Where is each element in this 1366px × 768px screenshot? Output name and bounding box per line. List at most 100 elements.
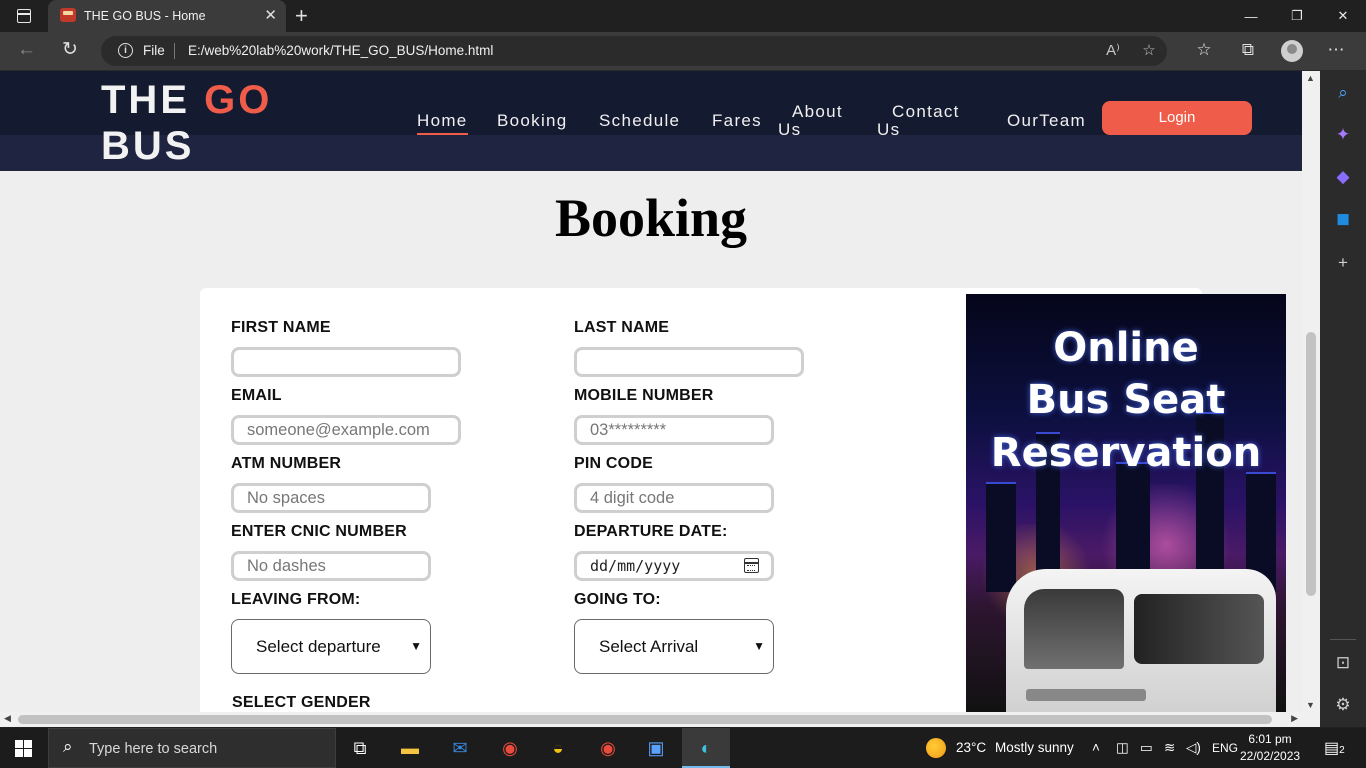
chevron-down-icon: ▼	[410, 639, 422, 653]
nav-contact-line2: Us	[877, 120, 901, 139]
going-to-label: GOING TO:	[574, 591, 661, 608]
notification-count: 2	[1339, 745, 1345, 756]
vertical-scrollbar[interactable]: ▲ ▼	[1302, 71, 1320, 712]
temperature[interactable]: 23°C	[956, 728, 986, 768]
read-aloud-icon[interactable]: A⁾	[1095, 41, 1131, 59]
windows-start-icon[interactable]	[15, 740, 32, 757]
departure-date-field[interactable]: dd/mm/yyyy	[574, 551, 774, 581]
new-tab-icon[interactable]: +	[295, 3, 308, 29]
last-name-field[interactable]	[574, 347, 804, 377]
clock-date: 22/02/2023	[1240, 749, 1301, 763]
search-icon[interactable]: ⌕	[1320, 83, 1366, 103]
nav-about-line2: Us	[778, 120, 802, 139]
mobile-number-field[interactable]: 03*********	[574, 415, 774, 445]
favorites-icon[interactable]: ☆	[1182, 40, 1226, 62]
scroll-left-icon[interactable]: ◀	[4, 713, 11, 724]
mail-icon[interactable]: ✉	[436, 728, 484, 768]
nav-home[interactable]: Home	[417, 112, 468, 135]
horizontal-scrollbar[interactable]: ◀ ▶	[0, 712, 1302, 727]
last-name-label: LAST NAME	[574, 319, 670, 336]
sidebar-toggle-icon[interactable]: ⊡	[1320, 653, 1366, 673]
page-viewport: THE GO BUS Home Booking Schedule Fares A…	[0, 71, 1302, 712]
cnic-field[interactable]: No dashes	[231, 551, 431, 581]
wifi-icon[interactable]: ≋	[1164, 728, 1175, 768]
info-icon[interactable]: i	[118, 43, 133, 58]
restore-icon[interactable]: ❐	[1274, 0, 1320, 32]
back-arrow-icon[interactable]: ←	[17, 39, 36, 61]
pin-code-field[interactable]: 4 digit code	[574, 483, 774, 513]
tab-actions-icon[interactable]	[17, 9, 31, 23]
office-icon[interactable]: ◆	[1320, 167, 1366, 187]
battery-icon[interactable]: ▭	[1140, 728, 1153, 768]
nav-contact-line1: Contact	[892, 102, 960, 121]
add-icon[interactable]: +	[1320, 253, 1366, 273]
nav-about-line1: About	[792, 102, 843, 121]
weather-sun-icon[interactable]	[926, 738, 946, 758]
copilot-icon[interactable]: ✦	[1320, 125, 1366, 145]
nav-fares[interactable]: Fares	[712, 112, 762, 130]
collections-icon[interactable]: ⧉	[1226, 40, 1270, 62]
minimize-icon[interactable]: —	[1228, 0, 1274, 32]
file-explorer-icon[interactable]: ▬	[386, 728, 434, 768]
language-indicator[interactable]: ENG	[1212, 728, 1238, 768]
app-icon[interactable]: ◒	[534, 728, 582, 768]
horizontal-scroll-thumb[interactable]	[18, 715, 1272, 724]
nav-booking[interactable]: Booking	[497, 112, 568, 130]
more-options-icon[interactable]: ⋯	[1314, 40, 1358, 62]
nav-our-team[interactable]: OurTeam	[1007, 112, 1086, 130]
scroll-up-icon[interactable]: ▲	[1306, 73, 1315, 83]
departure-select[interactable]: Select departure ▼	[231, 619, 431, 674]
settings-gear-icon[interactable]: ⚙	[1320, 695, 1366, 715]
first-name-field[interactable]	[231, 347, 461, 377]
login-button[interactable]: Login	[1102, 101, 1252, 135]
address-bar[interactable]: i File E:/web%20lab%20work/THE_GO_BUS/Ho…	[101, 36, 1167, 66]
departure-select-value: Select departure	[256, 637, 381, 656]
nav-about-us[interactable]: About Us	[778, 103, 843, 139]
chrome-profile-icon[interactable]: ◉	[584, 728, 632, 768]
arrival-select[interactable]: Select Arrival ▼	[574, 619, 774, 674]
browser-tab[interactable]: THE GO BUS - Home ✕	[48, 0, 286, 32]
pin-code-label: PIN CODE	[574, 455, 653, 472]
scrollbar-corner	[1302, 712, 1320, 727]
chrome-icon[interactable]: ◉	[486, 728, 534, 768]
calendar-icon[interactable]	[744, 558, 759, 573]
outlook-icon[interactable]: ◼	[1320, 209, 1366, 229]
taskbar-search[interactable]: ⌕ Type here to search	[48, 728, 336, 768]
chevron-up-icon[interactable]: ˄	[1092, 728, 1100, 768]
nav-contact-us[interactable]: Contact Us	[877, 103, 960, 139]
address-separator	[174, 43, 175, 59]
email-field[interactable]: someone@example.com	[231, 415, 461, 445]
scroll-down-icon[interactable]: ▼	[1306, 700, 1315, 710]
site-logo[interactable]: THE GO BUS	[101, 77, 272, 169]
add-favorite-icon[interactable]: ☆	[1131, 41, 1167, 59]
gender-label: SELECT GENDER	[232, 694, 371, 711]
scroll-right-icon[interactable]: ▶	[1291, 713, 1298, 724]
profile-avatar[interactable]	[1281, 40, 1303, 62]
leaving-from-label: LEAVING FROM:	[231, 591, 361, 608]
vertical-scroll-thumb[interactable]	[1306, 332, 1316, 596]
url-text[interactable]: E:/web%20lab%20work/THE_GO_BUS/Home.html	[188, 43, 493, 58]
logo-bus: BUS	[101, 124, 195, 168]
volume-icon[interactable]: ◁)	[1186, 728, 1201, 768]
close-tab-icon[interactable]: ✕	[264, 6, 277, 24]
weather-status[interactable]: Mostly sunny	[995, 728, 1074, 768]
city-building	[986, 482, 1016, 592]
first-name-label: FIRST NAME	[231, 319, 331, 336]
atm-number-field[interactable]: No spaces	[231, 483, 431, 513]
date-placeholder: dd/mm/yyyy	[590, 557, 681, 575]
meet-icon[interactable]: ◫	[1116, 728, 1129, 768]
nav-schedule[interactable]: Schedule	[599, 112, 680, 130]
logo-go: GO	[204, 78, 273, 122]
word-app-icon[interactable]: ▣	[632, 728, 680, 768]
bus-reservation-banner: Online Bus Seat Reservation	[966, 294, 1286, 712]
refresh-icon[interactable]: ↻	[62, 38, 78, 61]
edge-icon[interactable]: ◐	[682, 728, 730, 768]
edge-sidebar: ⌕ ✦ ◆ ◼ + ⊡ ⚙	[1320, 71, 1366, 727]
close-window-icon[interactable]: ✕	[1320, 0, 1366, 32]
site-header: THE GO BUS Home Booking Schedule Fares A…	[0, 71, 1302, 171]
notification-icon[interactable]: ▤2	[1324, 738, 1345, 758]
task-view-icon[interactable]: ⧉	[336, 728, 384, 768]
system-clock[interactable]: 6:01 pm 22/02/2023	[1240, 731, 1300, 765]
browser-title-bar: THE GO BUS - Home ✕ + — ❐ ✕	[0, 0, 1366, 32]
search-icon: ⌕	[63, 737, 73, 756]
